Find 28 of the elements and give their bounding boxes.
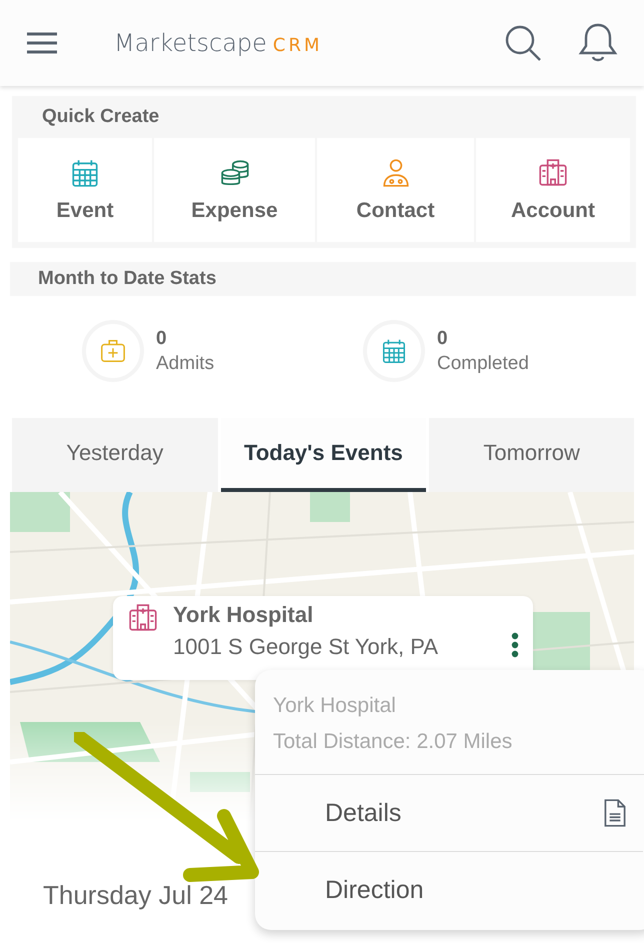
quick-create-button[interactable]: Expense <box>154 138 315 242</box>
popup-subtitle: Total Distance: 2.07 Miles <box>255 718 644 775</box>
section-title: Quick Create <box>41 105 160 129</box>
brand-name: Marketscape <box>114 29 267 57</box>
brand-suffix: CRM <box>272 35 323 56</box>
tab[interactable]: Yesterday <box>12 418 218 492</box>
stat-value: 0 <box>156 328 168 350</box>
quick-create-button[interactable]: Account <box>476 138 630 242</box>
date-heading: Thursday Jul 24 <box>43 880 228 911</box>
stat-label: Completed <box>437 352 529 374</box>
quick-create-button[interactable]: Event <box>18 138 152 242</box>
calendar-icon <box>380 337 408 365</box>
more-options-icon[interactable] <box>511 632 519 658</box>
location-card[interactable]: York Hospital 1001 S George St York, PA <box>113 596 533 680</box>
search-icon[interactable] <box>504 24 542 62</box>
location-address: 1001 S George St York, PA <box>173 634 438 660</box>
quick-create-button[interactable]: Contact <box>317 138 474 242</box>
location-name: York Hospital <box>173 602 314 628</box>
menu-item[interactable]: Direction <box>255 852 643 929</box>
section-title: Month to Date Stats <box>10 262 636 296</box>
stat-label: Admits <box>156 352 214 374</box>
medical-kit-icon <box>99 337 127 365</box>
popup-title: York Hospital <box>272 693 397 718</box>
menu-icon[interactable] <box>26 31 58 55</box>
menu-item[interactable]: Details <box>255 775 643 852</box>
notification-bell-icon[interactable] <box>578 22 618 64</box>
tab[interactable]: Tomorrow <box>429 418 634 492</box>
stat-value: 0 <box>437 328 449 350</box>
